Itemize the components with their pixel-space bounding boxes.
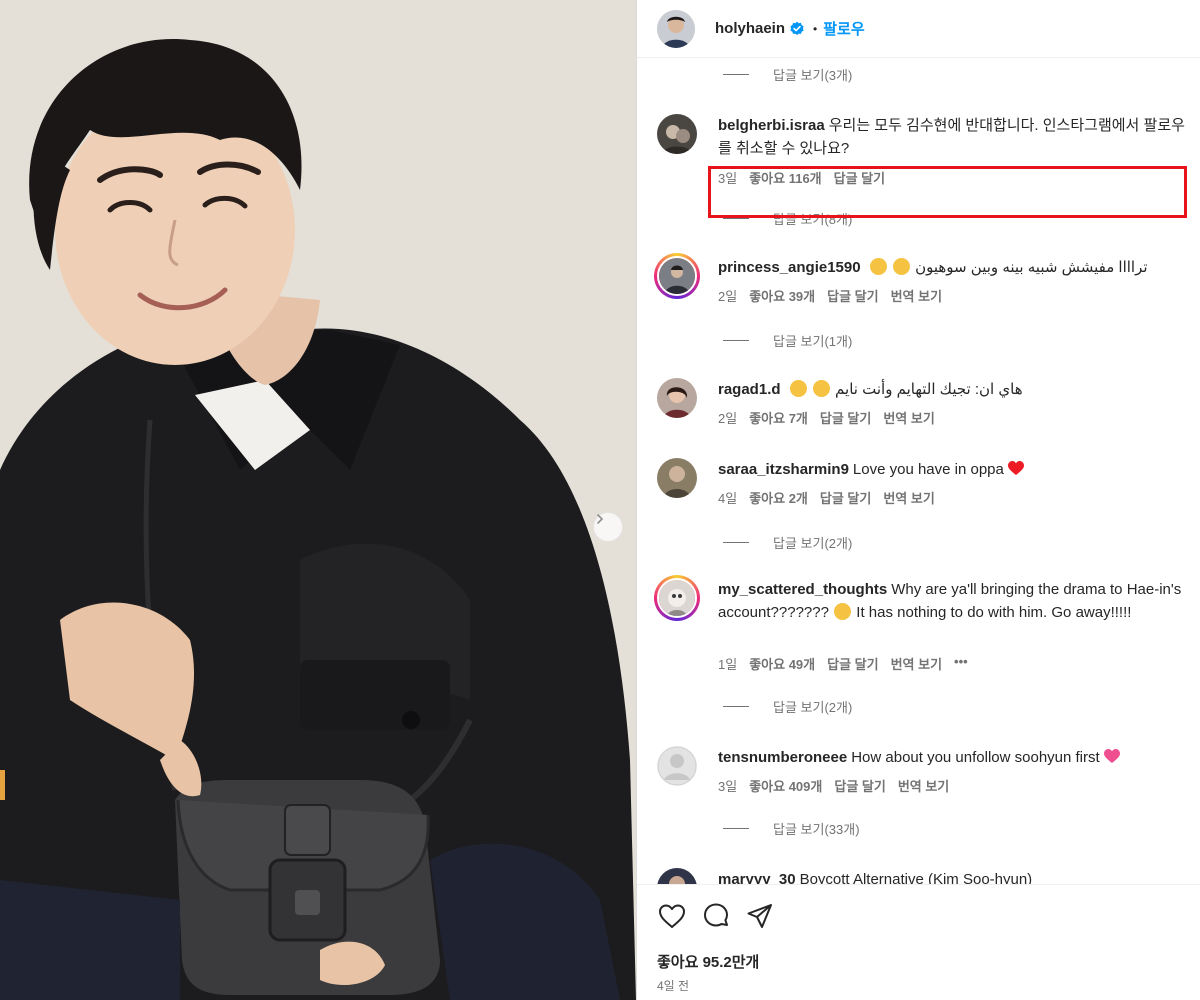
view-replies-button[interactable]: 답글 보기(3개) [723,64,852,84]
commenter-avatar[interactable] [654,575,700,621]
laughing-emoji-icon [789,380,807,397]
action-icons [657,901,775,931]
comment-meta: 2일 좋아요 39개 답글 달기 번역 보기 [718,286,954,305]
comment-icon[interactable] [701,901,731,931]
comment-text-block: my_scattered_thoughts Why are ya'll bring… [718,578,1188,624]
flushed-emoji-icon [834,603,852,620]
comment-username[interactable]: saraa_itzsharmin9 [718,461,849,478]
more-options-button[interactable]: ••• [954,654,968,673]
red-heart-icon [1008,460,1025,475]
crying-emoji-icon [892,258,910,275]
comment-text-block: tensnumberoneee How about you unfollow so… [718,746,1188,769]
reply-button[interactable]: 답글 달기 [820,408,871,427]
post-photo-illustration [0,0,636,1000]
comment-text: هاي ان: تجيك التهايم وأنت نايم [835,381,1023,398]
comment-username[interactable]: belgherbi.israa [718,117,825,134]
laughing-emoji-icon [812,380,830,397]
comment-text: تراااا مفيشش شبيه بينه وبين سوهيون [915,259,1148,276]
post-side-panel: holyhaein • 팔로우 답글 보기(3개) belgherbi.isra… [637,0,1200,1000]
comment-likes[interactable]: 좋아요 409개 [749,776,822,795]
comment-likes[interactable]: 좋아요 7개 [749,408,808,427]
post-likes-count[interactable]: 좋아요 95.2만개 [657,951,759,972]
comment-text-block: maryyy_30 Boycott Alternative (Kim Soo-hy… [718,868,1188,884]
commenter-avatar[interactable] [657,114,697,154]
comment-text-block: belgherbi.israa 우리는 모두 김수현에 반대합니다. 인스타그램에… [718,114,1188,160]
comment-username[interactable]: princess_angie1590 [718,259,861,276]
crying-emoji-icon [869,258,887,275]
comment-time[interactable]: 2일 [718,408,737,427]
comment-likes[interactable]: 좋아요 39개 [749,286,815,305]
comment-text: Boycott Alternative (Kim Soo-hyun) [799,871,1033,884]
reply-button[interactable]: 답글 달기 [834,776,885,795]
reply-dash [723,705,749,707]
commenter-avatar[interactable] [657,458,697,498]
comment-username[interactable]: maryyy_30 [718,871,796,884]
comment-time[interactable]: 3일 [718,776,737,795]
comment-username[interactable]: ragad1.d [718,381,781,398]
comment-username[interactable]: tensnumberoneee [718,749,847,766]
post-actions: 좋아요 95.2만개 4일 전 [637,884,1200,1000]
reply-button[interactable]: 답글 달기 [827,654,878,673]
follow-button[interactable]: 팔로우 [823,18,864,39]
comment-likes[interactable]: 좋아요 2개 [749,488,808,507]
reply-button[interactable]: 답글 달기 [827,286,878,305]
post-photo [0,0,636,1000]
view-replies-label: 답글 보기(2개) [773,535,853,551]
comment-text-block: ragad1.d هاي ان: تجيك التهايم وأنت نايم [718,378,1188,401]
reply-button[interactable]: 답글 달기 [820,488,871,507]
share-icon[interactable] [745,901,775,931]
translate-button[interactable]: 번역 보기 [883,488,934,507]
comment-likes[interactable]: 좋아요 49개 [749,654,815,673]
post-timestamp[interactable]: 4일 전 [657,977,689,994]
view-replies-button[interactable]: 답글 보기(33개) [723,818,860,838]
comment-meta: 2일 좋아요 7개 답글 달기 번역 보기 [718,408,947,427]
comment-text-block: saraa_itzsharmin9 Love you have in oppa [718,458,1188,481]
next-photo-button[interactable] [593,512,623,542]
comment-username[interactable]: my_scattered_thoughts [718,581,887,598]
verified-badge-icon [789,21,805,37]
reply-dash [723,73,749,75]
commenter-avatar[interactable] [657,746,697,786]
reply-dash [723,827,749,829]
heart-icon[interactable] [657,901,687,931]
comment-time[interactable]: 1일 [718,654,737,673]
comment-text-block: princess_angie1590 تراااا مفيشش شبيه بين… [718,256,1188,279]
comment-text: Love you have in oppa [852,461,1004,478]
view-replies-label: 답글 보기(33개) [773,821,860,837]
commenter-avatar[interactable] [654,253,700,299]
view-replies-button[interactable]: 답글 보기(1개) [723,330,852,350]
view-replies-button[interactable]: 답글 보기(2개) [723,696,852,716]
view-replies-label: 답글 보기(3개) [773,67,853,83]
view-replies-button[interactable]: 답글 보기(2개) [723,532,852,552]
translate-button[interactable]: 번역 보기 [898,776,949,795]
reply-dash [723,541,749,543]
highlight-annotation [708,166,1187,218]
author-username[interactable]: holyhaein [715,20,785,37]
comment-time[interactable]: 2일 [718,286,737,305]
comment-meta: 3일 좋아요 409개 답글 달기 번역 보기 [718,776,961,795]
author-avatar[interactable] [657,9,695,48]
reply-dash [723,339,749,341]
translate-button[interactable]: 번역 보기 [891,286,942,305]
comment-text: How about you unfollow soohyun first [851,749,1100,766]
comment-meta: 4일 좋아요 2개 답글 달기 번역 보기 [718,488,947,507]
commenter-avatar[interactable] [657,378,697,418]
comment-meta: 1일 좋아요 49개 답글 달기 번역 보기 ••• [718,654,980,673]
translate-button[interactable]: 번역 보기 [883,408,934,427]
comment-time[interactable]: 4일 [718,488,737,507]
translate-button[interactable]: 번역 보기 [891,654,942,673]
commenter-avatar[interactable] [657,868,697,884]
comment-text-continued: It has nothing to do with him. Go away!!… [856,604,1132,621]
post-header: holyhaein • 팔로우 [637,0,1200,58]
header-separator: • [813,21,818,36]
sparkling-heart-icon [1103,748,1120,763]
view-replies-label: 답글 보기(1개) [773,333,853,349]
view-replies-label: 답글 보기(2개) [773,699,853,715]
comments-list: 답글 보기(3개) belgherbi.israa 우리는 모두 김수현에 반대합… [637,58,1200,884]
